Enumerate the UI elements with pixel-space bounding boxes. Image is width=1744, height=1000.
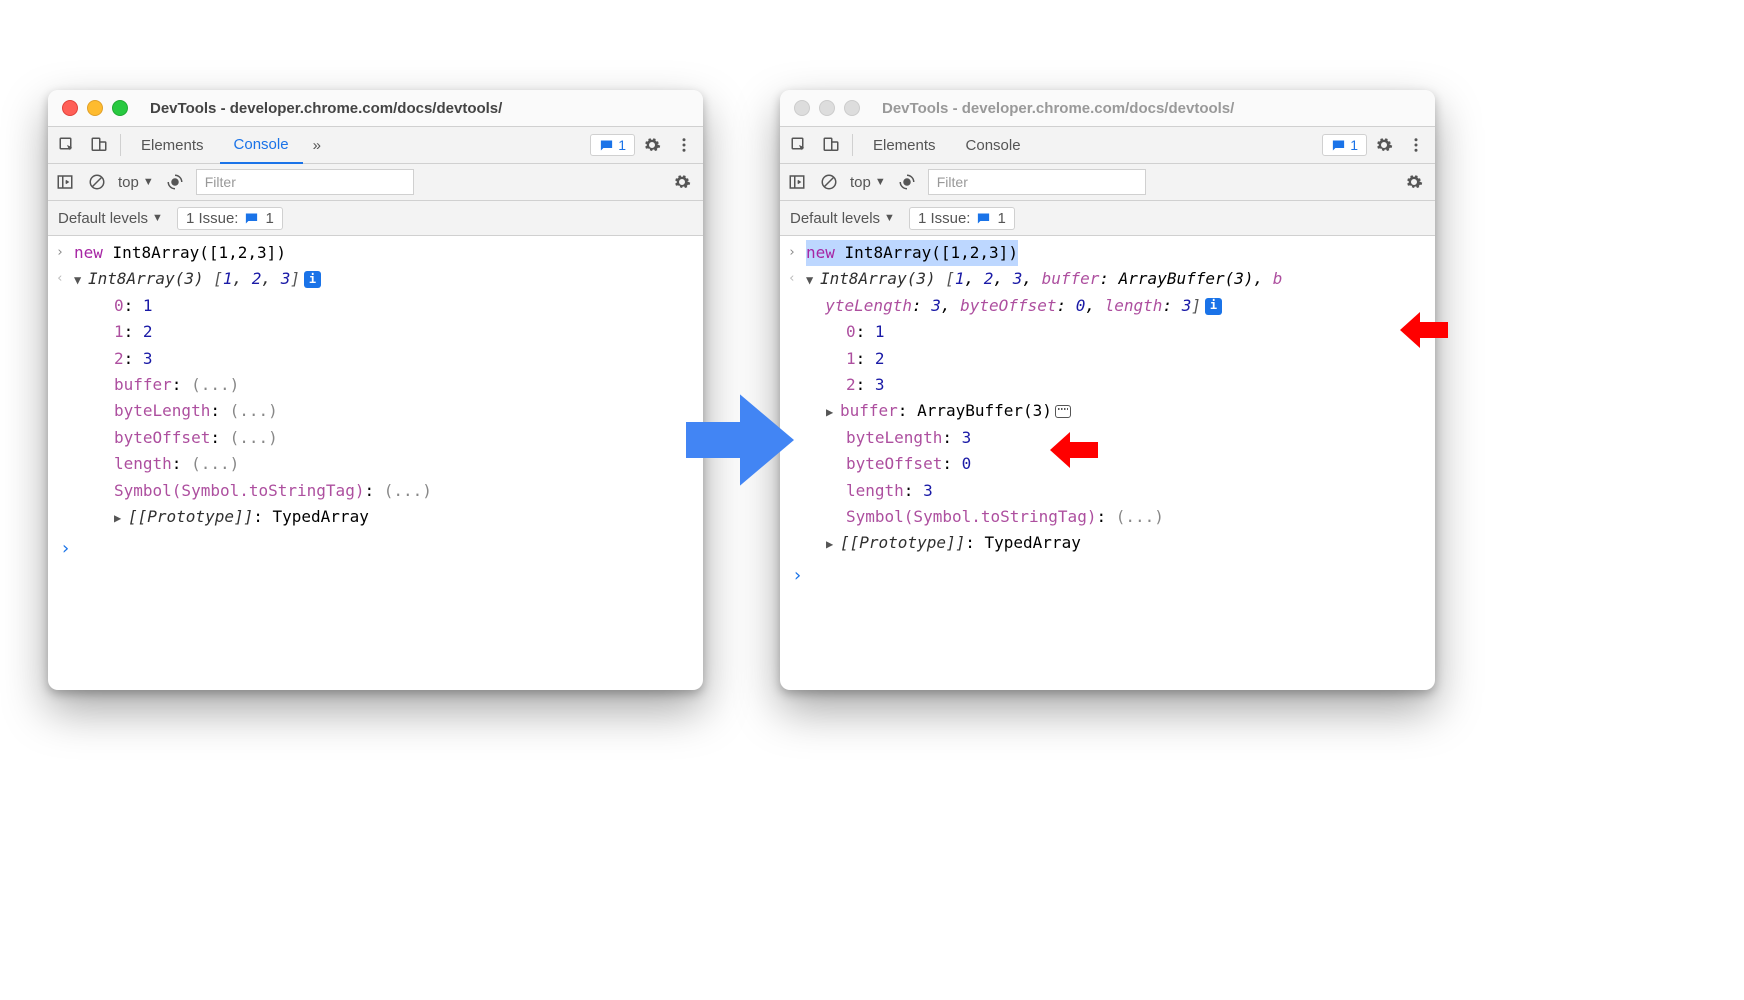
tab-bar: Elements Console » 1 (48, 127, 703, 164)
props-right-2: byteLength: 3byteOffset: 0length: 3Symbo… (788, 425, 1427, 531)
minimize-icon[interactable] (87, 100, 103, 116)
input-marker-icon: › (788, 240, 806, 263)
console-input-line: › new Int8Array([1,2,3]) (56, 240, 695, 266)
window-title: DevTools - developer.chrome.com/docs/dev… (874, 100, 1435, 117)
object-property[interactable]: 0: 1 (846, 319, 1427, 345)
info-icon: i (304, 271, 321, 288)
gear-icon[interactable] (637, 130, 667, 160)
expand-icon (114, 509, 128, 529)
object-property[interactable]: 1: 2 (846, 346, 1427, 372)
info-icon: i (1205, 298, 1222, 315)
close-icon[interactable] (794, 100, 810, 116)
console-output-line[interactable]: ‹ Int8Array(3) [1, 2, 3]i (56, 266, 695, 292)
issues-badge[interactable]: 1 (590, 134, 635, 156)
input-marker-icon: › (56, 240, 74, 263)
object-property[interactable]: Symbol(Symbol.toStringTag): (...) (114, 478, 695, 504)
object-property[interactable]: length: 3 (846, 478, 1427, 504)
props-right-1: 0: 11: 22: 3 (788, 319, 1427, 398)
context-dropdown[interactable]: top ▼ (850, 174, 886, 191)
object-property[interactable]: Symbol(Symbol.toStringTag): (...) (846, 504, 1427, 530)
devtools-window-before: DevTools - developer.chrome.com/docs/dev… (48, 90, 703, 690)
live-expression-icon[interactable] (896, 167, 918, 197)
gear-icon[interactable] (667, 167, 697, 197)
window-title: DevTools - developer.chrome.com/docs/dev… (142, 100, 703, 117)
console-subbar: top ▼ Filter (780, 164, 1435, 201)
output-marker-icon: ‹ (788, 266, 806, 289)
zoom-icon[interactable] (844, 100, 860, 116)
filter-input[interactable]: Filter (928, 169, 1146, 195)
expand-icon (806, 271, 820, 291)
console-output-line[interactable]: ‹ Int8Array(3) [1, 2, 3, buffer: ArrayBu… (788, 266, 1427, 319)
minimize-icon[interactable] (819, 100, 835, 116)
devtools-window-after: DevTools - developer.chrome.com/docs/dev… (780, 90, 1435, 690)
device-icon[interactable] (84, 130, 114, 160)
console-body: › new Int8Array([1,2,3]) ‹ Int8Array(3) … (780, 236, 1435, 598)
device-icon[interactable] (816, 130, 846, 160)
clear-icon[interactable] (86, 167, 108, 197)
sidebar-toggle-icon[interactable] (54, 167, 76, 197)
issues-badge[interactable]: 1 (1322, 134, 1367, 156)
memory-icon (1055, 405, 1071, 418)
inspect-icon[interactable] (784, 130, 814, 160)
tab-elements[interactable]: Elements (127, 127, 218, 163)
titlebar: DevTools - developer.chrome.com/docs/dev… (780, 90, 1435, 127)
expand-icon (74, 271, 88, 291)
tab-overflow[interactable]: » (305, 127, 329, 163)
object-property[interactable]: byteLength: 3 (846, 425, 1427, 451)
levels-dropdown[interactable]: Default levels ▼ (790, 210, 895, 227)
tab-elements[interactable]: Elements (859, 127, 950, 163)
object-property[interactable]: buffer: (...) (114, 372, 695, 398)
prompt-icon[interactable]: › (56, 530, 695, 564)
object-property[interactable]: length: (...) (114, 451, 695, 477)
gear-icon[interactable] (1399, 167, 1429, 197)
issue-row: Default levels ▼ 1 Issue: 1 (780, 201, 1435, 236)
gear-icon[interactable] (1369, 130, 1399, 160)
context-dropdown[interactable]: top ▼ (118, 174, 154, 191)
inspect-icon[interactable] (52, 130, 82, 160)
tab-console[interactable]: Console (952, 127, 1035, 163)
tab-console[interactable]: Console (220, 126, 303, 164)
issue-row: Default levels ▼ 1 Issue: 1 (48, 201, 703, 236)
close-icon[interactable] (62, 100, 78, 116)
transition-arrow-icon (680, 380, 800, 505)
prompt-icon[interactable]: › (788, 557, 1427, 591)
props-left: 0: 11: 22: 3buffer: (...)byteLength: (..… (56, 293, 695, 504)
object-property[interactable]: byteOffset: 0 (846, 451, 1427, 477)
object-property[interactable]: 2: 3 (846, 372, 1427, 398)
object-property[interactable]: byteOffset: (...) (114, 425, 695, 451)
live-expression-icon[interactable] (164, 167, 186, 197)
kebab-icon[interactable] (1401, 130, 1431, 160)
tab-bar: Elements Console 1 (780, 127, 1435, 164)
traffic-lights (780, 100, 874, 116)
sidebar-toggle-icon[interactable] (786, 167, 808, 197)
clear-icon[interactable] (818, 167, 840, 197)
object-property[interactable]: 0: 1 (114, 293, 695, 319)
object-property[interactable]: 1: 2 (114, 319, 695, 345)
expand-icon (826, 403, 840, 423)
console-body: › new Int8Array([1,2,3]) ‹ Int8Array(3) … (48, 236, 703, 572)
traffic-lights (48, 100, 142, 116)
titlebar: DevTools - developer.chrome.com/docs/dev… (48, 90, 703, 127)
console-input-line: › new Int8Array([1,2,3]) (788, 240, 1427, 266)
zoom-icon[interactable] (112, 100, 128, 116)
levels-dropdown[interactable]: Default levels ▼ (58, 210, 163, 227)
object-property[interactable]: byteLength: (...) (114, 398, 695, 424)
annotation-arrow-icon (1398, 310, 1448, 355)
kebab-icon[interactable] (669, 130, 699, 160)
output-marker-icon: ‹ (56, 266, 74, 289)
expand-icon (826, 535, 840, 555)
issue-box[interactable]: 1 Issue: 1 (909, 207, 1015, 230)
filter-input[interactable]: Filter (196, 169, 414, 195)
issue-box[interactable]: 1 Issue: 1 (177, 207, 283, 230)
console-subbar: top ▼ Filter (48, 164, 703, 201)
annotation-arrow-icon (1048, 430, 1098, 475)
object-property[interactable]: 2: 3 (114, 346, 695, 372)
